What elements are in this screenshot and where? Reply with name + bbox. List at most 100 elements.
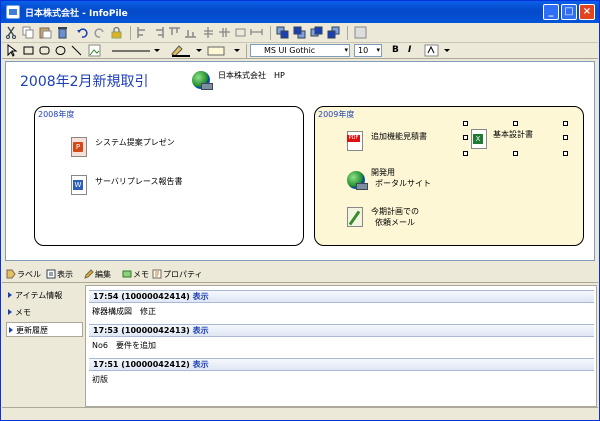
selection-handle[interactable] (463, 151, 468, 156)
nav-item-label: 更新履歴 (16, 326, 48, 335)
item-estimate[interactable]: 追加機能見積書 (371, 131, 427, 142)
grid-icon[interactable] (354, 26, 367, 39)
page-title: 2008年2月新規取引 (20, 74, 149, 90)
send-back-icon[interactable] (293, 26, 306, 39)
item-basic-design[interactable]: 基本設計書 (493, 129, 533, 140)
company-hp-link[interactable]: 日本株式会社 HP (218, 70, 285, 81)
font-family-value: MS UI Gothic (264, 46, 316, 55)
close-button[interactable]: × (579, 4, 595, 20)
maximize-button[interactable]: □ (561, 4, 577, 20)
copy-icon[interactable] (22, 26, 35, 39)
minimize-button[interactable]: _ (543, 4, 559, 20)
group-2009-label: 2009年度 (318, 110, 355, 119)
font-color-dropdown[interactable] (424, 44, 452, 57)
view-tool[interactable]: 表示 (46, 269, 73, 280)
pointer-icon[interactable] (5, 44, 18, 57)
send-backward-icon[interactable] (327, 26, 340, 39)
label-tool-text: ラベル (17, 270, 41, 279)
distribute-vertical-icon[interactable] (218, 26, 231, 39)
line-color-dropdown[interactable] (170, 44, 202, 57)
font-size-select[interactable]: 10 (354, 44, 382, 57)
label-tool[interactable]: ラベル (6, 269, 41, 280)
align-right-icon[interactable] (152, 26, 165, 39)
properties-tool[interactable]: プロパティ (152, 269, 203, 280)
fill-color-dropdown[interactable] (206, 44, 242, 57)
memo-icon[interactable] (347, 207, 363, 227)
history-entry-time: 17:53 (10000042413) (93, 326, 190, 335)
panel-toolbar: ラベル 表示 編集 メモ プロパティ (2, 266, 598, 283)
info-nav: アイテム情報 メモ 更新履歴 (3, 285, 83, 407)
undo-icon[interactable] (76, 26, 89, 39)
item-request-mail-line2[interactable]: 依頼メール (375, 217, 415, 228)
toolbar-separator (270, 26, 271, 40)
same-width-icon[interactable] (250, 26, 263, 39)
item-dev-portal-line1[interactable]: 開発用 (371, 167, 395, 178)
properties-icon (152, 269, 162, 279)
history-panel: 17:54 (10000042414) 表示 稼器構成図 修正 17:53 (1… (85, 285, 597, 407)
word-file-icon[interactable] (71, 175, 87, 195)
selection-handle[interactable] (463, 135, 468, 140)
same-size-icon[interactable] (234, 26, 247, 39)
image-icon[interactable] (88, 44, 101, 57)
format-toolbar: MS UI Gothic 10 B I (2, 43, 598, 59)
pdf-file-icon[interactable] (347, 131, 363, 151)
history-view-link[interactable]: 表示 (193, 292, 209, 301)
line-icon[interactable] (70, 44, 83, 57)
delete-icon[interactable] (56, 26, 69, 39)
bold-button[interactable]: B (392, 45, 399, 55)
distribute-horizontal-icon[interactable] (202, 26, 215, 39)
window-title: 日本株式会社 - InfoPile (25, 9, 128, 19)
history-entry-text: No6 要件を追加 (92, 341, 156, 350)
selection-handle[interactable] (513, 151, 518, 156)
status-bar (2, 407, 598, 420)
selection-handle[interactable] (513, 121, 518, 126)
canvas-area[interactable]: 2008年2月新規取引 日本株式会社 HP 2008年度 システム提案プレゼン … (5, 61, 595, 261)
paste-icon[interactable] (39, 26, 52, 39)
view-tool-text: 表示 (57, 270, 73, 279)
selection-handle[interactable] (563, 135, 568, 140)
nav-item-memo[interactable]: メモ (6, 305, 83, 320)
expand-arrow-icon (8, 309, 12, 315)
cut-icon[interactable] (5, 26, 18, 39)
excel-file-icon[interactable] (471, 129, 487, 149)
toolbar-separator (130, 26, 131, 40)
selection-handle[interactable] (563, 151, 568, 156)
nav-item-info[interactable]: アイテム情報 (6, 288, 83, 303)
web-link-icon[interactable] (347, 171, 368, 190)
memo-tool[interactable]: メモ (122, 269, 149, 280)
expand-arrow-icon (9, 327, 13, 333)
lock-icon[interactable] (110, 26, 123, 39)
item-system-presentation[interactable]: システム提案プレゼン (95, 137, 175, 148)
align-top-icon[interactable] (168, 26, 181, 39)
title-bar[interactable]: 日本株式会社 - InfoPile _ □ × (1, 1, 599, 23)
bring-forward-icon[interactable] (310, 26, 323, 39)
nav-item-history[interactable]: 更新履歴 (6, 322, 83, 337)
line-style-dropdown[interactable] (110, 44, 160, 57)
ellipse-icon[interactable] (54, 44, 67, 57)
history-entry-header: 17:51 (10000042412) 表示 (89, 358, 594, 371)
rounded-rectangle-icon[interactable] (38, 44, 51, 57)
history-entry-text: 稼器構成図 修正 (92, 307, 156, 316)
history-entry-time: 17:51 (10000042412) (93, 360, 190, 369)
font-family-select[interactable]: MS UI Gothic (250, 44, 350, 57)
group-2008[interactable]: 2008年度 システム提案プレゼン サーバリプレース報告書 (34, 106, 304, 246)
memo-tool-text: メモ (133, 270, 149, 279)
selection-handle[interactable] (563, 121, 568, 126)
item-dev-portal-line2[interactable]: ポータルサイト (375, 178, 431, 189)
align-left-icon[interactable] (136, 26, 149, 39)
redo-icon[interactable] (93, 26, 106, 39)
rectangle-icon[interactable] (22, 44, 35, 57)
item-server-report[interactable]: サーバリプレース報告書 (95, 176, 183, 187)
edit-tool[interactable]: 編集 (84, 269, 111, 280)
italic-button[interactable]: I (408, 45, 411, 55)
align-bottom-icon[interactable] (184, 26, 197, 39)
ppt-file-icon[interactable] (71, 137, 87, 157)
history-view-link[interactable]: 表示 (193, 326, 209, 335)
selection-handle[interactable] (463, 121, 468, 126)
group-2009[interactable]: 2009年度 追加機能見積書 開発用 ポータルサイト 今期計画での 依頼メール … (314, 106, 584, 246)
history-view-link[interactable]: 表示 (193, 360, 209, 369)
item-request-mail-line1[interactable]: 今期計画での (371, 206, 419, 217)
bring-front-icon[interactable] (276, 26, 289, 39)
nav-item-label: アイテム情報 (15, 291, 63, 300)
web-link-icon[interactable] (192, 71, 213, 90)
